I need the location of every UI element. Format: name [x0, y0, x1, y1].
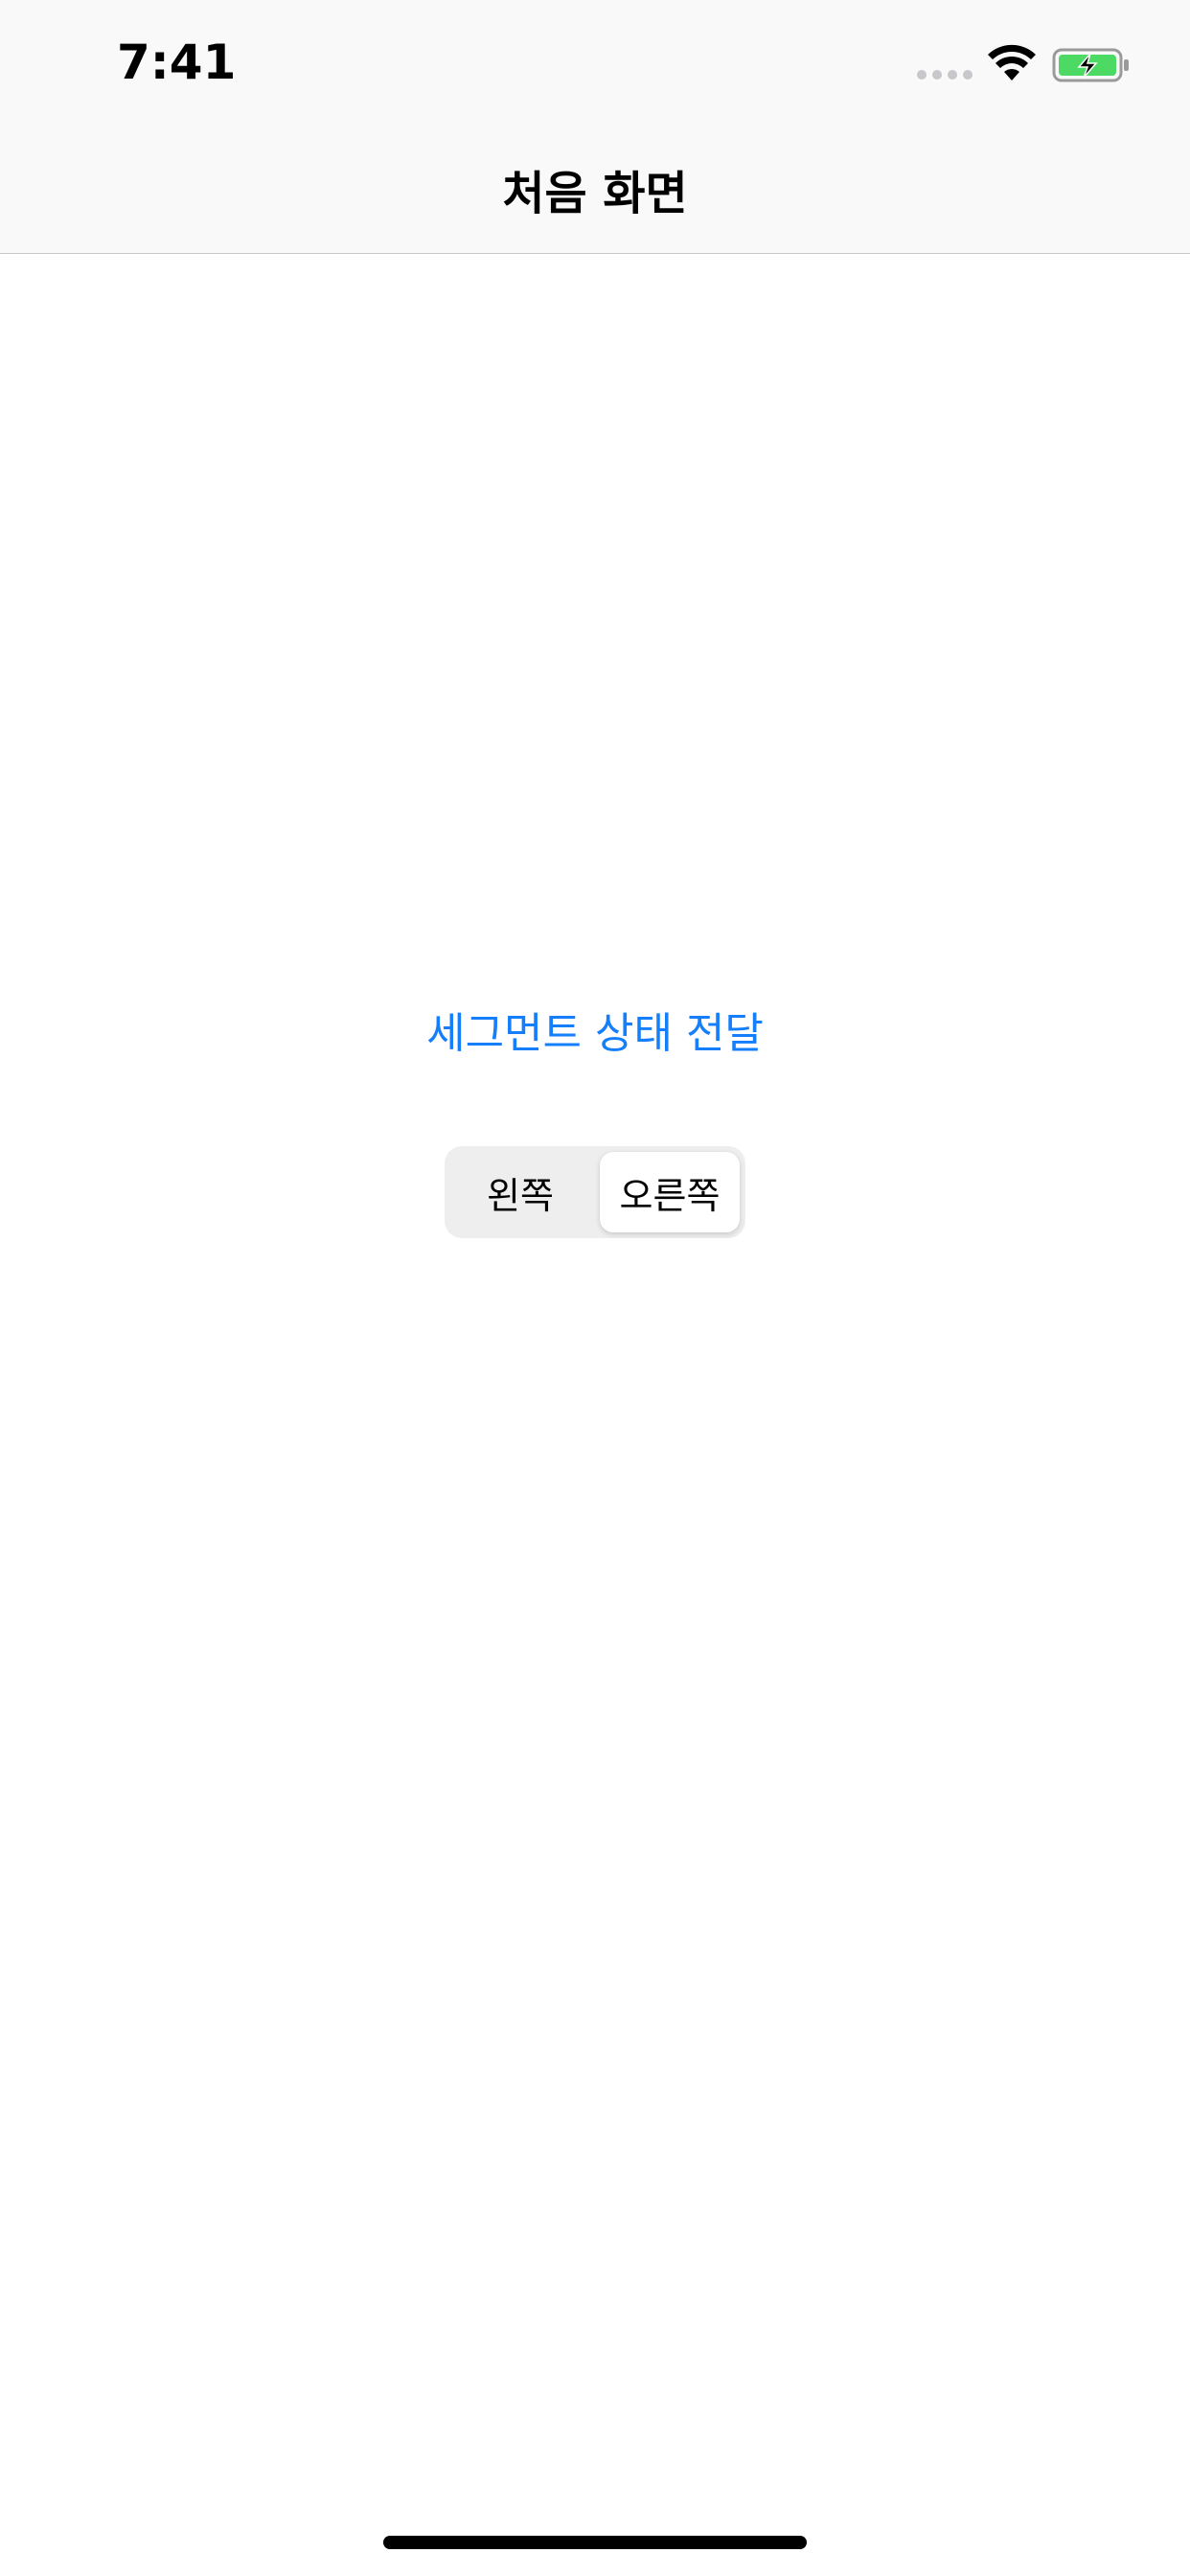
cellular-signal-dots-icon — [917, 70, 973, 80]
navigation-bar: 처음 화면 — [0, 126, 1190, 254]
page-title: 처음 화면 — [502, 167, 688, 220]
wifi-icon — [988, 44, 1036, 80]
status-time: 7:41 — [117, 34, 237, 90]
pass-segment-state-button[interactable]: 세그먼트 상태 전달 — [0, 999, 1190, 1060]
status-bar: 7:41 — [0, 0, 1190, 126]
segmented-control: 왼쪽 오른쪽 — [445, 1146, 745, 1238]
home-indicator[interactable] — [383, 2536, 807, 2549]
segment-right[interactable]: 오른쪽 — [600, 1152, 740, 1232]
battery-charging-icon — [1052, 48, 1129, 82]
segment-left[interactable]: 왼쪽 — [450, 1152, 590, 1232]
